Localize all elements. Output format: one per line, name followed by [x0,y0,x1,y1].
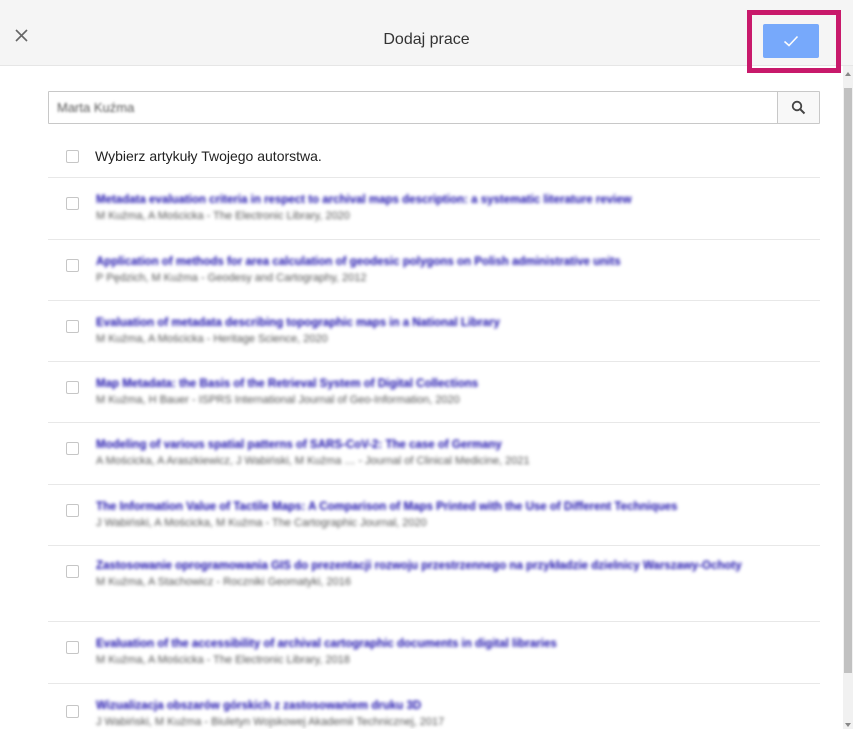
select-all-checkbox[interactable] [66,149,79,163]
article-checkbox[interactable] [66,504,79,517]
article-meta: J Wabiński, A Mościcka, M Kuźma - The Ca… [96,517,427,529]
article-row: Metadata evaluation criteria in respect … [48,177,820,239]
select-all-label: Wybierz artykuły Twojego autorstwa. [95,148,322,164]
article-title-link[interactable]: Zastosowanie oprogramowania GIS do preze… [96,559,810,573]
article-meta: M Kuźma, A Mościcka - The Electronic Lib… [96,654,350,666]
article-row: Application of methods for area calculat… [48,239,820,300]
article-row: Wizualizacja obszarów górskich z zastoso… [48,683,820,729]
article-meta: A Mościcka, A Araszkiewicz, J Wabiński, … [96,455,530,467]
article-checkbox[interactable] [66,641,79,654]
article-meta: M Kuźma, A Mościcka - Heritage Science, … [96,333,328,345]
article-meta: P Pędzich, M Kuźma - Geodesy and Cartogr… [96,272,367,284]
article-row: The Information Value of Tactile Maps: A… [48,484,820,545]
search-input[interactable] [49,92,777,123]
article-row: Zastosowanie oprogramowania GIS do preze… [48,545,820,621]
article-title-link[interactable]: Evaluation of metadata describing topogr… [96,316,810,330]
article-meta: M Kuźma, H Bauer - ISPRS International J… [96,394,460,406]
article-meta: M Kuźma, A Mościcka - The Electronic Lib… [96,210,350,222]
dialog-title: Dodaj prace [383,31,470,48]
article-title-link[interactable]: Evaluation of the accessibility of archi… [96,637,810,651]
article-checkbox[interactable] [66,565,79,578]
article-checkbox[interactable] [66,320,79,333]
article-checkbox[interactable] [66,197,79,210]
select-all-row: Wybierz artykuły Twojego autorstwa. [66,147,322,165]
article-title-link[interactable]: Metadata evaluation criteria in respect … [96,193,810,207]
article-row: Modeling of various spatial patterns of … [48,422,820,484]
article-title-link[interactable]: Modeling of various spatial patterns of … [96,438,810,452]
article-checkbox[interactable] [66,705,79,718]
check-icon [783,35,799,47]
search-button[interactable] [777,92,819,123]
scroll-up-arrow-icon[interactable] [845,72,851,76]
article-row: Map Metadata: the Basis of the Retrieval… [48,361,820,422]
article-title-link[interactable]: The Information Value of Tactile Maps: A… [96,500,810,514]
confirm-button[interactable] [763,24,819,58]
article-row: Evaluation of the accessibility of archi… [48,621,820,683]
search-icon [791,100,806,115]
article-checkbox[interactable] [66,259,79,272]
article-title-link[interactable]: Application of methods for area calculat… [96,255,810,269]
article-title-link[interactable]: Wizualizacja obszarów górskich z zastoso… [96,699,810,713]
article-checkbox[interactable] [66,381,79,394]
article-row: Evaluation of metadata describing topogr… [48,300,820,361]
article-meta: J Wabiński, M Kuźma - Biuletyn Wojskowej… [96,716,445,728]
scrollbar[interactable] [843,66,853,729]
article-title-link[interactable]: Map Metadata: the Basis of the Retrieval… [96,377,810,391]
search-box [48,91,820,124]
article-meta: M Kuźma, A Stachowicz - Roczniki Geomaty… [96,576,351,588]
dialog-header: Dodaj prace [0,0,853,66]
scrollbar-thumb[interactable] [844,88,852,673]
scroll-down-arrow-icon[interactable] [845,723,851,727]
article-checkbox[interactable] [66,442,79,455]
